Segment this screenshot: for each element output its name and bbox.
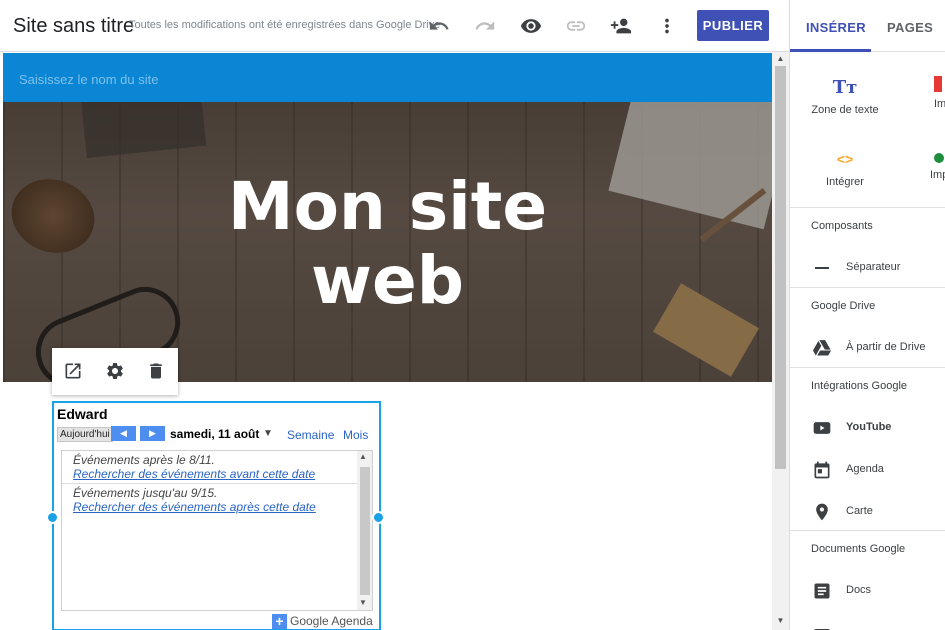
more-vert-icon[interactable] (655, 14, 679, 38)
divider-item-label: Séparateur (846, 261, 901, 273)
google-agenda-logo: Google Agenda (290, 614, 373, 628)
scroll-up-icon[interactable]: ▲ (775, 54, 786, 64)
next-arrow-icon[interactable]: ▶ (140, 426, 165, 441)
scroll-up-icon[interactable]: ▲ (359, 452, 367, 461)
redo-icon[interactable] (473, 14, 497, 38)
insert-panel: INSÉRER PAGES Tт Zone de texte Im <> Int… (789, 0, 945, 630)
google-calendar-badge[interactable]: + Google Agenda (272, 613, 373, 630)
top-toolbar: Site sans titre Toutes les modifications… (0, 0, 789, 52)
panel-tabs: INSÉRER PAGES (790, 0, 945, 52)
active-tab-indicator (790, 49, 871, 52)
open-external-icon[interactable] (62, 360, 84, 382)
site-name-band: Saisissez le nom du site (3, 53, 772, 102)
event-list: Événements après le 8/11. Rechercher des… (61, 450, 373, 611)
divider (790, 287, 945, 288)
view-week-link[interactable]: Semaine (287, 428, 334, 442)
calendar-item[interactable]: Agenda (790, 455, 945, 485)
text-box-label: Zone de texte (811, 104, 879, 116)
embed-toolbar (52, 348, 178, 395)
resize-handle-left[interactable] (46, 511, 59, 524)
add-calendar-icon[interactable]: + (272, 614, 287, 629)
editor-canvas: Saisissez le nom du site Mon site web Ed… (0, 52, 789, 630)
youtube-item[interactable]: YouTube (790, 413, 945, 443)
divider (62, 483, 357, 484)
map-item[interactable]: Carte (790, 497, 945, 527)
hero-title-line-2: web (311, 242, 464, 319)
docs-item[interactable]: Docs (790, 576, 945, 606)
event-range-text: Événements après le 8/11. (73, 453, 215, 467)
embed-tile[interactable]: <> Intégrer (790, 148, 900, 188)
delete-icon[interactable] (145, 360, 167, 382)
save-status: Toutes les modifications ont été enregis… (129, 19, 441, 31)
link-icon[interactable] (564, 14, 588, 38)
map-pin-icon (812, 502, 832, 522)
slides-icon (812, 623, 832, 630)
resize-handle-right[interactable] (372, 511, 385, 524)
date-dropdown-icon[interactable]: ▼ (263, 428, 273, 439)
calendar-icon (812, 460, 832, 480)
code-icon: <> (836, 151, 854, 167)
youtube-label: YouTube (846, 421, 892, 433)
calendar-date: samedi, 11 août (170, 427, 260, 441)
hero-title[interactable]: Mon site web (3, 170, 772, 318)
view-month-link[interactable]: Mois (343, 428, 368, 442)
site-name-input[interactable]: Saisissez le nom du site (19, 72, 158, 87)
section-title-documents: Documents Google (811, 543, 906, 555)
from-drive-item[interactable]: À partir de Drive (790, 333, 945, 363)
event-range-text: Événements jusqu'au 9/15. (73, 486, 218, 500)
divider-icon (812, 258, 832, 278)
embed-label: Intégrer (826, 176, 864, 188)
undo-icon[interactable] (427, 14, 451, 38)
divider (790, 367, 945, 368)
calendar-owner: Edward (57, 406, 108, 422)
search-events-after-link[interactable]: Rechercher des événements après cette da… (73, 500, 357, 514)
today-button[interactable]: Aujourd'hui (57, 427, 113, 442)
preview-icon[interactable] (519, 14, 543, 38)
from-drive-label: À partir de Drive (846, 341, 926, 353)
site-title[interactable]: Site sans titre (13, 15, 134, 38)
list-item: Événements jusqu'au 9/15. Rechercher des… (62, 486, 357, 514)
text-box-icon: Tт (832, 76, 858, 98)
prev-arrow-icon[interactable]: ◀ (111, 426, 136, 441)
docs-label: Docs (846, 584, 872, 596)
share-icon[interactable] (609, 14, 633, 38)
list-scroll-thumb[interactable] (360, 467, 370, 595)
docs-icon (812, 581, 832, 601)
map-label: Carte (846, 505, 873, 517)
list-item: Événements après le 8/11. Rechercher des… (62, 453, 357, 481)
youtube-icon (812, 418, 832, 438)
section-title-components: Composants (811, 220, 873, 232)
settings-icon[interactable] (104, 360, 126, 382)
next-item-partial[interactable] (790, 618, 945, 630)
publish-button[interactable]: PUBLIER (697, 10, 769, 41)
import-tile-partial[interactable]: Imp (930, 148, 945, 188)
section-title-drive: Google Drive (811, 300, 876, 312)
image-tile-label: Im (934, 98, 945, 110)
import-tile-label: Imp (930, 169, 945, 181)
calendar-label: Agenda (846, 463, 884, 475)
hero-banner[interactable]: Mon site web (3, 102, 772, 382)
hero-title-line-1: Mon site (227, 168, 548, 245)
section-title-integrations: Intégrations Google (811, 380, 908, 392)
drive-icon (812, 338, 832, 358)
tab-pages[interactable]: PAGES (887, 20, 933, 35)
image-icon (934, 76, 942, 92)
calendar-embed[interactable]: Edward Aujourd'hui ◀ ▶ samedi, 11 août ▼… (52, 401, 381, 630)
image-tile-partial[interactable]: Im (934, 76, 945, 116)
tab-insert[interactable]: INSÉRER (806, 20, 866, 35)
divider-item[interactable]: Séparateur (790, 253, 945, 283)
scroll-down-icon[interactable]: ▼ (359, 598, 367, 607)
scroll-down-icon[interactable]: ▼ (775, 616, 786, 626)
divider (790, 530, 945, 531)
canvas-scroll-thumb[interactable] (775, 66, 786, 469)
import-icon (934, 153, 944, 163)
divider (790, 207, 945, 208)
search-events-before-link[interactable]: Rechercher des événements avant cette da… (73, 467, 357, 481)
text-box-tile[interactable]: Tт Zone de texte (790, 76, 900, 117)
sites-editor: Site sans titre Toutes les modifications… (0, 0, 945, 630)
